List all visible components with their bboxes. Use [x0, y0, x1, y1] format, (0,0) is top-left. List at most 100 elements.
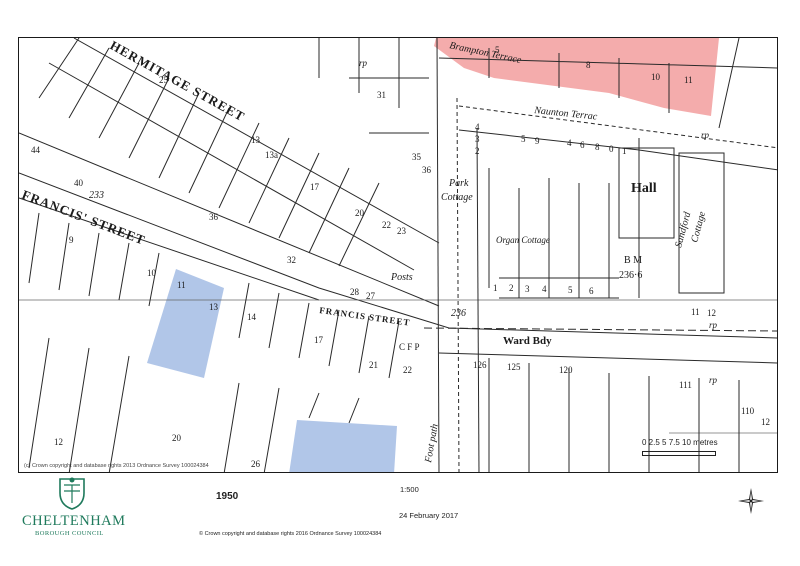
house-number: 12	[761, 417, 770, 427]
house-number: 22	[403, 365, 412, 375]
lane-edge	[436, 38, 440, 472]
street-label-francis: FRANCIS STREET	[319, 305, 411, 328]
house-number: 1	[622, 146, 627, 156]
house-number: 8	[595, 142, 600, 152]
label-posts: Posts	[390, 272, 413, 283]
house-number: 28	[350, 287, 360, 297]
house-number: 2	[509, 283, 514, 293]
house-number: 17	[310, 182, 320, 192]
house-number: 6	[589, 286, 594, 296]
house-number: 11	[177, 280, 186, 290]
house-number: 13	[251, 135, 261, 145]
house-number: 11	[691, 307, 700, 317]
house-number: 5	[495, 45, 500, 55]
house-number: 36	[209, 212, 219, 222]
house-number: 1	[493, 283, 498, 293]
label-bm-value: 236·6	[619, 270, 642, 281]
house-number: 22	[382, 220, 391, 230]
road-edge	[423, 327, 777, 332]
footer-copyright: © Crown copyright and database rights 20…	[199, 531, 382, 537]
label-cfp: C F P	[399, 342, 420, 352]
road-edge	[438, 352, 777, 364]
house-number: 110	[741, 406, 755, 416]
house-number: 12	[54, 437, 63, 447]
house-number: 31	[377, 90, 386, 100]
house-number: 126	[473, 360, 487, 370]
scale-bar	[642, 451, 716, 456]
house-number: 10	[147, 268, 157, 278]
house-number: 12	[707, 308, 716, 318]
label-ward-bdy: Ward Bdy	[503, 335, 552, 347]
map-scale-ratio: 1:500	[400, 485, 419, 494]
house-number: 125	[507, 362, 521, 372]
crest-icon	[59, 477, 85, 510]
label-organ-cottage: Organ Cottage	[496, 235, 550, 245]
council-logo: CHELTENHAM BOROUGH COUNCIL	[22, 475, 125, 537]
house-number: 11	[684, 75, 693, 85]
label-sandford: Sandford	[673, 210, 693, 249]
label-rp: rp	[709, 320, 718, 330]
house-number: 32	[287, 255, 296, 265]
map-year: 1950	[216, 491, 239, 502]
label-foot-path: Foot path	[423, 423, 441, 464]
hermitage-street-edge	[48, 62, 415, 271]
house-number: 14	[247, 312, 257, 322]
house-number: 10	[651, 72, 661, 82]
house-number: 5	[568, 285, 573, 295]
house-number: 44	[31, 145, 41, 155]
label-park: Park	[448, 178, 469, 189]
house-number: 13	[209, 302, 219, 312]
label-spot-233: 233	[89, 190, 104, 201]
compass-rose-icon	[738, 488, 764, 514]
house-number: 40	[74, 178, 84, 188]
street-label-francis-upper: FRANCIS' STREET	[20, 187, 148, 248]
label-spot-236: 236	[451, 308, 466, 319]
naunton-edge	[458, 105, 777, 149]
map-frame[interactable]: HERMITAGE STREET FRANCIS' STREET FRANCIS…	[18, 37, 778, 473]
house-number: 35	[412, 152, 422, 162]
house-number: 17	[314, 335, 324, 345]
francis-street-lower-edge	[19, 172, 777, 339]
logo-subtitle: BOROUGH COUNCIL	[35, 530, 104, 537]
house-number: 4	[542, 284, 547, 294]
house-number: 5	[521, 134, 526, 144]
lane-edge	[476, 127, 480, 472]
house-number: 20	[355, 208, 365, 218]
house-number: 8	[586, 60, 591, 70]
house-number: 36	[422, 165, 432, 175]
house-number: 120	[559, 365, 573, 375]
house-number: 9	[69, 235, 74, 245]
scale-bar-group: 0 2.5 5 7.5 10 metres	[642, 438, 772, 468]
house-number: 3	[475, 134, 480, 144]
house-number: 21	[369, 360, 378, 370]
historic-map: HERMITAGE STREET FRANCIS' STREET FRANCIS…	[19, 38, 777, 472]
label-rp: rp	[701, 130, 710, 140]
label-rp: rp	[359, 58, 368, 68]
house-number: 6	[580, 140, 585, 150]
label-rp: rp	[709, 375, 718, 385]
house-number: 9	[535, 136, 540, 146]
street-label-hermitage: HERMITAGE STREET	[108, 38, 248, 124]
house-number: 26	[251, 459, 261, 469]
map-date: 24 February 2017	[399, 511, 459, 520]
house-number: 4	[567, 138, 572, 148]
house-number: 25	[159, 75, 169, 85]
house-number: 27	[366, 291, 376, 301]
label-hall: Hall	[631, 181, 657, 196]
house-number: 13a	[265, 150, 278, 160]
inner-copyright: (c) Crown copyright and database rights …	[24, 463, 209, 469]
house-number: 4	[475, 122, 480, 132]
house-number: 3	[525, 284, 530, 294]
house-number: 2	[475, 146, 480, 156]
house-number: 111	[679, 380, 692, 390]
house-number: 23	[397, 226, 407, 236]
scale-label: 0 2.5 5 7.5 10 metres	[642, 438, 718, 447]
map-sheet: { "map": { "streets": ["HERMITAGE STREET…	[0, 0, 800, 566]
house-number: 20	[172, 433, 182, 443]
house-number: 0	[609, 144, 614, 154]
blue-highlight-plot-2	[289, 420, 397, 472]
label-bm: B M	[624, 255, 642, 266]
label-cottage: Cottage	[441, 192, 473, 203]
logo-name: CHELTENHAM	[22, 513, 126, 529]
lane-edge	[456, 97, 460, 472]
